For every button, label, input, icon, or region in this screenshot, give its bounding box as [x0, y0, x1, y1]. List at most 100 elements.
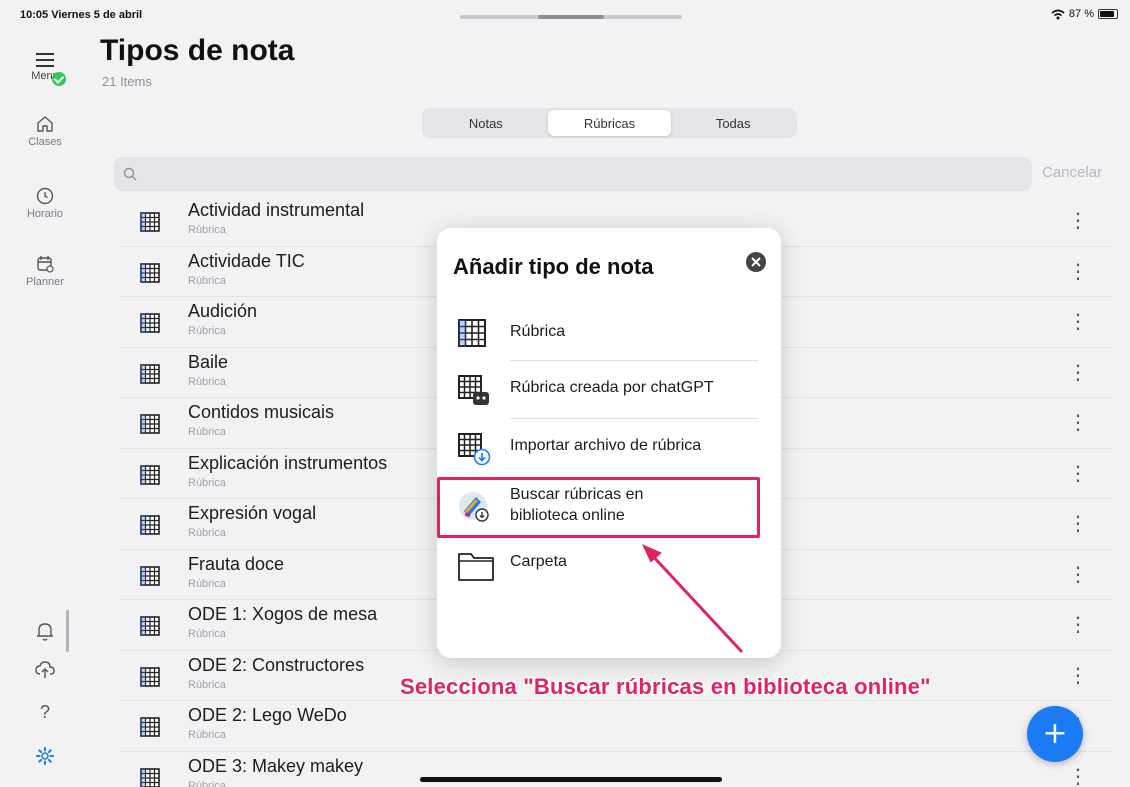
house-icon	[37, 116, 53, 132]
list-item-name: ODE 2: Lego WeDo	[188, 705, 347, 725]
page-title: Tipos de nota	[100, 34, 295, 67]
list-item-name: Actividad instrumental	[188, 200, 365, 220]
battery-percent: 87 %	[1068, 8, 1094, 20]
option-label: Importar archivo de rúbrica	[510, 437, 702, 454]
list-item-type: Rúbrica	[188, 274, 226, 287]
cancel-button[interactable]: Cancelar	[1042, 164, 1102, 181]
list-item-type: Rúbrica	[188, 678, 226, 691]
item-count: 21 Items	[102, 74, 152, 89]
gear-icon	[36, 747, 54, 765]
grid-icon	[140, 717, 160, 737]
list-item-name: ODE 3: Makey makey	[188, 755, 364, 776]
sidebar-item-menu[interactable]: Menu	[0, 52, 90, 82]
grid-icon	[140, 666, 160, 687]
status-battery: 87 %	[1051, 8, 1118, 20]
more-options-icon[interactable]: ⋮	[1068, 610, 1088, 638]
close-icon	[751, 257, 761, 267]
sidebar: Menu Clases Horario Planner ?	[0, 30, 90, 787]
sidebar-item-clases[interactable]: Clases	[0, 114, 90, 148]
more-options-icon[interactable]: ⋮	[1068, 509, 1088, 537]
sidebar-item-planner[interactable]: Planner	[0, 254, 90, 288]
list-item-name: Audición	[188, 301, 258, 321]
list-item-name: ODE 2: Constructores	[188, 654, 365, 675]
more-options-icon[interactable]: ⋮	[1068, 206, 1088, 234]
multitask-indicator[interactable]	[460, 15, 682, 19]
list-item-name: Contidos musicais	[188, 402, 335, 422]
grid-icon	[140, 262, 160, 283]
list-item-type: Rúbrica	[188, 426, 226, 438]
more-options-icon[interactable]: ⋮	[1068, 661, 1088, 689]
hamburger-icon	[36, 53, 54, 67]
folder-icon	[458, 553, 494, 581]
tab-rubricas[interactable]: Rúbricas	[547, 110, 672, 136]
list-item-type: Rúbrica	[188, 527, 226, 539]
battery-icon	[1098, 9, 1118, 19]
list-item-type: Rúbrica	[188, 224, 226, 236]
sidebar-menu-label: Menu	[31, 70, 59, 82]
grid-icon	[140, 414, 160, 434]
list-item-type: Rúbrica	[188, 628, 226, 640]
more-options-icon[interactable]: ⋮	[1068, 459, 1088, 487]
sidebar-item-notifications[interactable]	[0, 620, 90, 642]
sidebar-item-horario[interactable]: Horario	[0, 186, 90, 220]
search-input[interactable]	[144, 157, 1024, 191]
option-rubrica[interactable]: Rúbrica	[437, 306, 781, 360]
more-options-icon[interactable]: ⋮	[1068, 307, 1088, 335]
sidebar-item-sync[interactable]	[0, 660, 90, 680]
sidebar-item-settings[interactable]	[0, 746, 90, 766]
option-label: Carpeta	[510, 553, 567, 570]
option-label: Rúbrica	[510, 323, 566, 340]
grid-icon	[140, 767, 160, 787]
sidebar-item-label: Planner	[26, 276, 64, 288]
search-bar	[114, 157, 1032, 191]
list-item-name: Expresión vogal	[188, 503, 317, 523]
more-options-icon[interactable]: ⋮	[1068, 408, 1088, 436]
option-rubrica-chatgpt[interactable]: Rúbrica creada por chatGPT	[437, 362, 781, 416]
tab-notas[interactable]: Notas	[424, 110, 548, 136]
grid-icon	[140, 616, 160, 636]
home-indicator[interactable]	[420, 777, 722, 782]
list-item-type: Rúbrica	[188, 779, 226, 787]
sidebar-item-help[interactable]: ?	[0, 702, 90, 723]
grid-import-icon	[458, 433, 491, 466]
tab-todas[interactable]: Todas	[671, 110, 795, 136]
grid-icon	[140, 363, 160, 384]
list-item-type: Rúbrica	[188, 577, 226, 590]
grid-icon	[140, 565, 160, 586]
cloud-upload-icon	[35, 661, 55, 678]
wifi-icon	[1051, 9, 1065, 19]
option-folder[interactable]: Carpeta	[437, 536, 781, 590]
search-icon	[123, 167, 137, 181]
grid-robot-icon	[458, 375, 489, 405]
list-item-name: Baile	[188, 351, 229, 372]
check-badge-icon	[52, 72, 66, 86]
option-label: Rúbrica creada por chatGPT	[510, 379, 714, 396]
more-options-icon[interactable]: ⋮	[1068, 358, 1088, 386]
option-search-online-library[interactable]: Buscar rúbricas en biblioteca online	[437, 478, 781, 532]
option-label: Buscar rúbricas en biblioteca online	[510, 486, 644, 524]
bell-icon	[37, 623, 53, 641]
add-button[interactable]: +	[1027, 706, 1083, 762]
list-item-type: Rúbrica	[188, 476, 226, 489]
list-item[interactable]: ODE 2: Lego WeDoRúbrica⋮	[120, 701, 1112, 752]
status-bar: 10:05 Viernes 5 de abril 87 %	[0, 0, 1130, 30]
list-item-name: ODE 1: Xogos de mesa	[188, 604, 378, 624]
grid-icon	[140, 515, 160, 535]
grid-icon	[140, 464, 160, 485]
option-import-rubrica[interactable]: Importar archivo de rúbrica	[437, 420, 781, 474]
online-library-icon	[459, 492, 489, 522]
list-item-name: Frauta doce	[188, 553, 285, 574]
instruction-annotation: Selecciona "Buscar rúbricas en bibliotec…	[400, 674, 931, 699]
clock-icon	[36, 187, 54, 205]
more-options-icon[interactable]: ⋮	[1068, 257, 1088, 285]
more-options-icon[interactable]: ⋮	[1068, 762, 1088, 787]
grid-icon	[458, 319, 486, 347]
status-time: 10:05 Viernes 5 de abril	[20, 9, 143, 21]
grid-icon	[140, 313, 160, 333]
planner-icon	[37, 256, 54, 273]
more-options-icon[interactable]: ⋮	[1068, 560, 1088, 588]
sidebar-item-label: Horario	[26, 208, 64, 220]
list-item-name: Explicación instrumentos	[188, 452, 388, 473]
add-note-type-popover: Añadir tipo de nota Rúbrica Rúbrica crea…	[437, 228, 781, 658]
close-button[interactable]	[746, 252, 766, 272]
